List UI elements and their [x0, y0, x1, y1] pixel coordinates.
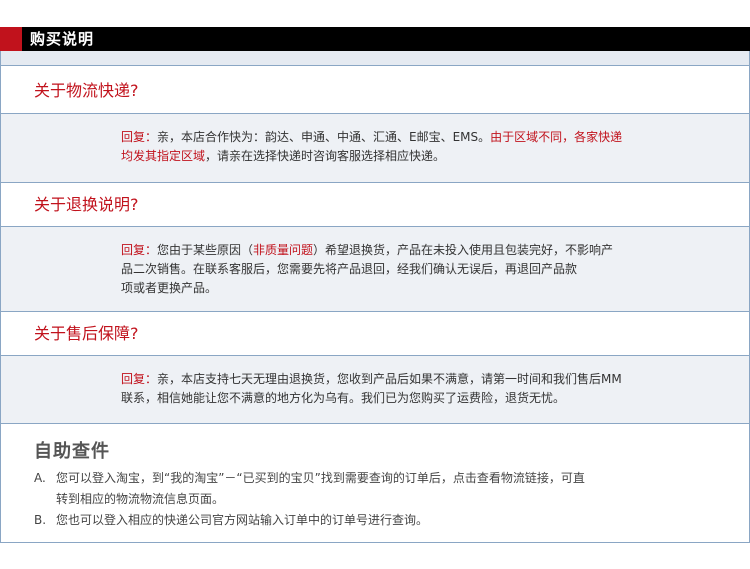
top-band [1, 51, 749, 66]
answer-text: 回复：亲，本店合作快为：韵达、申通、中通、汇通、E邮宝、EMS。由于区域不同，各… [121, 128, 701, 166]
answer-line: 回复：亲，本店合作快为：韵达、申通、中通、汇通、E邮宝、EMS。由于区域不同，各… [121, 128, 701, 147]
answer-highlight: 由于区域不同，各家快递 [490, 130, 623, 144]
answer-segment: 品二次销售。在联系客服后，您需要先将产品退回，经我们确认无误后，再退回产品款 [121, 262, 578, 276]
item-marker: B. [34, 513, 47, 527]
item-marker: A. [34, 471, 46, 485]
reply-label: 回复： [121, 372, 158, 386]
answer-line: 项或者更换产品。 [121, 279, 701, 298]
question-row-aftersale: 关于售后保障? [1, 312, 749, 356]
header-bar: 购买说明 [0, 27, 750, 51]
item-text: 您也可以登入相应的快递公司官方网站输入订单中的订单号进行查询。 [56, 513, 429, 527]
self-service-item-a: A. 您可以登入淘宝，到“我的淘宝”－“已买到的宝贝”找到需要查询的订单后，点击查… [34, 468, 714, 489]
answer-box-logistics: 回复：亲，本店合作快为：韵达、申通、中通、汇通、E邮宝、EMS。由于区域不同，各… [1, 114, 749, 183]
header-accent [0, 27, 22, 51]
answer-text: 回复：您由于某些原因（非质量问题）希望退换货，产品在未投入使用且包装完好，不影响… [121, 241, 701, 298]
answer-segment: ）希望退换货，产品在未投入使用且包装完好，不影响产 [313, 243, 614, 257]
answer-line: 联系，相信她能让您不满意的地方化为乌有。我们已为您购买了运费险，退货无忧。 [121, 389, 701, 408]
answer-segment: 项或者更换产品。 [121, 281, 218, 295]
reply-label: 回复： [121, 243, 158, 257]
page-title: 购买说明 [30, 30, 95, 48]
item-text: 您可以登入淘宝，到“我的淘宝”－“已买到的宝贝”找到需要查询的订单后，点击查看物… [56, 471, 585, 485]
item-text: 转到相应的物流物流信息页面。 [56, 492, 225, 506]
self-service-item-a-cont: 转到相应的物流物流信息页面。 [56, 489, 736, 510]
reply-label: 回复： [121, 130, 158, 144]
answer-line: 均发其指定区域，请亲在选择快递时咨询客服选择相应快递。 [121, 147, 701, 166]
self-service-title: 自助查件 [34, 441, 110, 462]
answer-highlight: 非质量问题 [253, 243, 314, 257]
answer-box-aftersale: 回复：亲，本店支持七天无理由退换货，您收到产品后如果不满意，请第一时间和我们售后… [1, 356, 749, 424]
answer-segment: 亲，本店支持七天无理由退换货，您收到产品后如果不满意，请第一时间和我们售后MM [157, 372, 622, 386]
answer-highlight: 均发其指定区域 [121, 149, 206, 163]
answer-line: 回复：您由于某些原因（非质量问题）希望退换货，产品在未投入使用且包装完好，不影响… [121, 241, 701, 260]
question-title: 关于退换说明? [34, 195, 139, 214]
answer-text: 回复：亲，本店支持七天无理由退换货，您收到产品后如果不满意，请第一时间和我们售后… [121, 370, 701, 408]
answer-line: 回复：亲，本店支持七天无理由退换货，您收到产品后如果不满意，请第一时间和我们售后… [121, 370, 701, 389]
answer-line: 品二次销售。在联系客服后，您需要先将产品退回，经我们确认无误后，再退回产品款 [121, 260, 701, 279]
info-panel: 关于物流快递? 回复：亲，本店合作快为：韵达、申通、中通、汇通、E邮宝、EMS。… [0, 51, 750, 543]
question-row-logistics: 关于物流快递? [1, 67, 749, 114]
self-service-item-b: B. 您也可以登入相应的快递公司官方网站输入订单中的订单号进行查询。 [34, 510, 714, 531]
answer-segment: 亲，本店合作快为：韵达、申通、中通、汇通、E邮宝、EMS。 [157, 130, 491, 144]
answer-segment: 联系，相信她能让您不满意的地方化为乌有。我们已为您购买了运费险，退货无忧。 [121, 391, 566, 405]
question-row-returns: 关于退换说明? [1, 183, 749, 227]
question-title: 关于物流快递? [34, 81, 139, 100]
answer-segment: 您由于某些原因（ [157, 243, 254, 257]
answer-box-returns: 回复：您由于某些原因（非质量问题）希望退换货，产品在未投入使用且包装完好，不影响… [1, 227, 749, 312]
answer-segment: ，请亲在选择快递时咨询客服选择相应快递。 [205, 149, 446, 163]
question-title: 关于售后保障? [34, 324, 139, 343]
